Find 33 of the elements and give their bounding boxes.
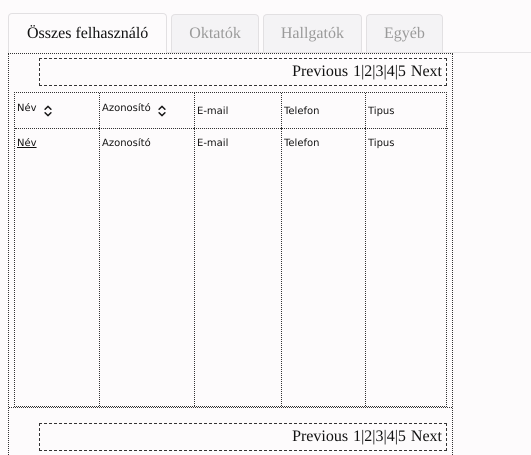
cell-text: E-mail [197,138,228,149]
page-link[interactable]: 1 [353,63,362,81]
page-link[interactable]: 5 [398,63,406,81]
page-link[interactable]: 1 [353,428,362,446]
separator: | [361,428,364,446]
page-link[interactable]: 3 [375,428,384,446]
previous-link[interactable]: Previous [292,63,348,81]
separator: | [361,63,364,81]
page-link[interactable]: 4 [386,63,395,81]
separator: | [383,63,387,81]
cell-text: Tipus [368,138,394,149]
page-link[interactable]: 5 [398,428,406,446]
separator: | [394,428,398,446]
page-link[interactable]: 2 [364,63,372,81]
next-link[interactable]: Next [410,63,442,81]
page-link[interactable]: 2 [364,428,372,446]
page-link[interactable]: 3 [375,63,384,81]
cell-text: Telefon [284,138,320,149]
separator: | [372,63,376,81]
separator: | [394,63,398,81]
next-link[interactable]: Next [410,428,442,446]
header-label[interactable]: Név [17,103,37,114]
separator: | [372,428,376,446]
header-label: Tipus [368,106,394,117]
page-link[interactable]: 4 [386,428,395,446]
tab[interactable]: Összes felhasználó [8,13,168,53]
previous-link[interactable]: Previous [292,428,348,446]
header-label[interactable]: Azonosító [102,103,151,114]
name-link[interactable]: Név [17,138,37,149]
header-label: E-mail [197,106,228,117]
separator: | [383,428,387,446]
header-label: Telefon [284,106,320,117]
cell-text: Azonosító [102,138,151,149]
